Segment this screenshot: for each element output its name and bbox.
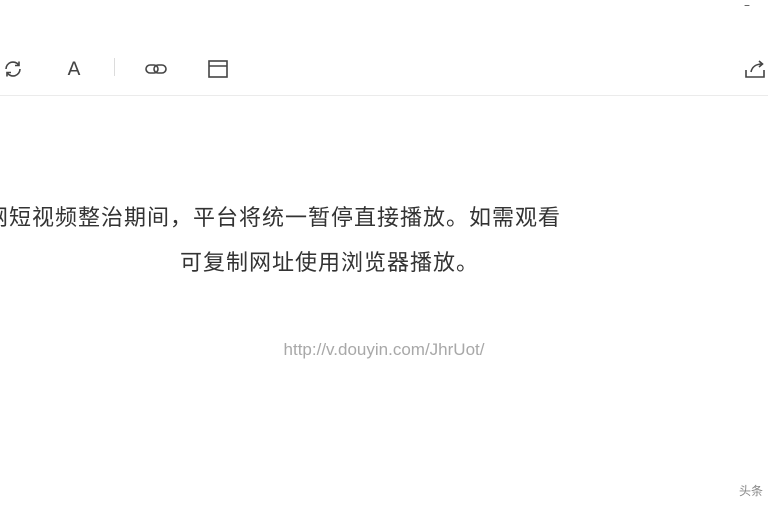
notice-line-2: 可复制网址使用浏览器播放。: [180, 251, 480, 276]
refresh-button[interactable]: [0, 56, 26, 82]
refresh-icon: [2, 58, 24, 80]
notice-line-1: 网短视频整治期间，平台将统一暂停直接播放。如需观看: [0, 206, 562, 231]
share-button[interactable]: [742, 56, 768, 82]
link-button[interactable]: [143, 56, 169, 82]
link-icon: [144, 58, 168, 80]
watermark-text: 头条: [739, 484, 764, 498]
share-icon: [743, 58, 767, 80]
video-url-link[interactable]: http://v.douyin.com/JhrUot/: [0, 340, 768, 360]
window-icon: [207, 58, 229, 80]
font-button[interactable]: A: [61, 56, 87, 82]
window-minimize-button[interactable]: –: [740, 0, 754, 11]
window-button[interactable]: [205, 56, 231, 82]
toolbar: A: [0, 48, 768, 96]
font-icon: A: [67, 57, 81, 80]
toolbar-divider: [114, 58, 115, 76]
